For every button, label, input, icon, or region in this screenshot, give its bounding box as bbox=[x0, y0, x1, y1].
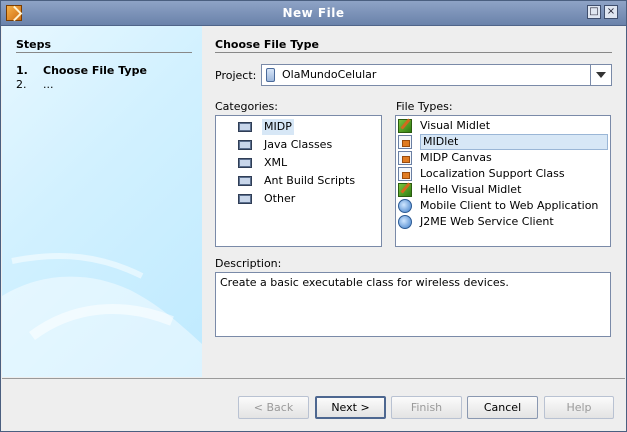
next-button[interactable]: Next > bbox=[315, 396, 386, 419]
category-label: Java Classes bbox=[264, 138, 333, 151]
visual-midlet-icon bbox=[398, 119, 412, 133]
folder-icon bbox=[238, 176, 252, 186]
mobile-project-icon bbox=[266, 68, 275, 82]
file-type-label: Visual Midlet bbox=[420, 119, 491, 132]
file-type-mobile-client-web-app[interactable]: Mobile Client to Web Application bbox=[396, 198, 608, 214]
step-number: 1. bbox=[16, 64, 28, 77]
step-1: 1. Choose File Type bbox=[16, 64, 147, 77]
category-label: Ant Build Scripts bbox=[264, 174, 356, 187]
folder-icon bbox=[238, 194, 252, 204]
category-label: MIDP bbox=[262, 119, 294, 135]
localization-class-icon bbox=[398, 167, 412, 181]
project-value: OlaMundoCelular bbox=[282, 68, 377, 81]
file-type-hello-visual-midlet[interactable]: Hello Visual Midlet bbox=[396, 182, 608, 198]
content-panel: Choose File Type Project: OlaMundoCelula… bbox=[202, 26, 626, 377]
file-type-midlet[interactable]: MIDlet bbox=[420, 134, 608, 150]
web-client-icon bbox=[398, 199, 412, 213]
folder-icon bbox=[238, 158, 252, 168]
file-type-label: Mobile Client to Web Application bbox=[420, 199, 599, 212]
file-type-label: MIDP Canvas bbox=[420, 151, 492, 164]
steps-panel: Steps 1. Choose File Type 2.... bbox=[2, 26, 202, 377]
project-select[interactable]: OlaMundoCelular bbox=[261, 64, 612, 86]
file-type-label: Hello Visual Midlet bbox=[420, 183, 522, 196]
midp-canvas-icon bbox=[398, 151, 412, 165]
cancel-button[interactable]: Cancel bbox=[467, 396, 538, 419]
restore-icon[interactable]: □ bbox=[587, 5, 601, 19]
steps-divider bbox=[16, 52, 192, 53]
web-service-icon bbox=[398, 215, 412, 229]
file-types-label: File Types: bbox=[396, 100, 453, 113]
category-label: Other bbox=[264, 192, 296, 205]
description-box: Create a basic executable class for wire… bbox=[215, 272, 611, 337]
file-types-list[interactable]: Visual Midlet MIDlet MIDP Canvas Localiz… bbox=[395, 115, 611, 247]
title-bar[interactable]: New File □ × bbox=[1, 1, 626, 26]
step-label: ... bbox=[43, 78, 54, 91]
categories-list[interactable]: MIDP Java Classes XML Ant Build Scripts … bbox=[215, 115, 382, 247]
file-type-midp-canvas[interactable]: MIDP Canvas bbox=[396, 150, 608, 166]
description-label: Description: bbox=[215, 257, 282, 270]
file-type-label: Localization Support Class bbox=[420, 167, 565, 180]
step-number: 2. bbox=[16, 78, 27, 91]
midlet-icon bbox=[398, 135, 412, 149]
category-label: XML bbox=[264, 156, 288, 169]
window-title: New File bbox=[282, 6, 345, 20]
folder-icon bbox=[238, 140, 252, 150]
back-button[interactable]: < Back bbox=[238, 396, 309, 419]
chevron-down-icon[interactable] bbox=[590, 65, 611, 85]
file-type-visual-midlet[interactable]: Visual Midlet bbox=[396, 118, 608, 134]
new-file-dialog: New File □ × Steps 1. Choose File Type 2.… bbox=[0, 0, 627, 432]
step-label: Choose File Type bbox=[43, 64, 147, 77]
button-bar-divider bbox=[2, 378, 625, 379]
file-type-j2me-web-service-client[interactable]: J2ME Web Service Client bbox=[396, 214, 608, 230]
help-button[interactable]: Help bbox=[544, 396, 614, 419]
file-type-label: MIDlet bbox=[423, 135, 459, 148]
file-type-label: J2ME Web Service Client bbox=[420, 215, 554, 228]
description-text: Create a basic executable class for wire… bbox=[220, 276, 509, 289]
file-type-localization-support-class[interactable]: Localization Support Class bbox=[396, 166, 608, 182]
folder-icon bbox=[238, 122, 252, 132]
decorative-swoosh bbox=[2, 253, 202, 377]
section-title: Choose File Type bbox=[215, 38, 319, 51]
steps-title: Steps bbox=[16, 38, 52, 51]
close-icon[interactable]: × bbox=[604, 5, 618, 19]
project-label: Project: bbox=[215, 69, 257, 82]
step-2: 2.... bbox=[16, 78, 54, 91]
finish-button[interactable]: Finish bbox=[391, 396, 462, 419]
visual-midlet-icon bbox=[398, 183, 412, 197]
section-divider bbox=[215, 52, 612, 53]
categories-label: Categories: bbox=[215, 100, 278, 113]
